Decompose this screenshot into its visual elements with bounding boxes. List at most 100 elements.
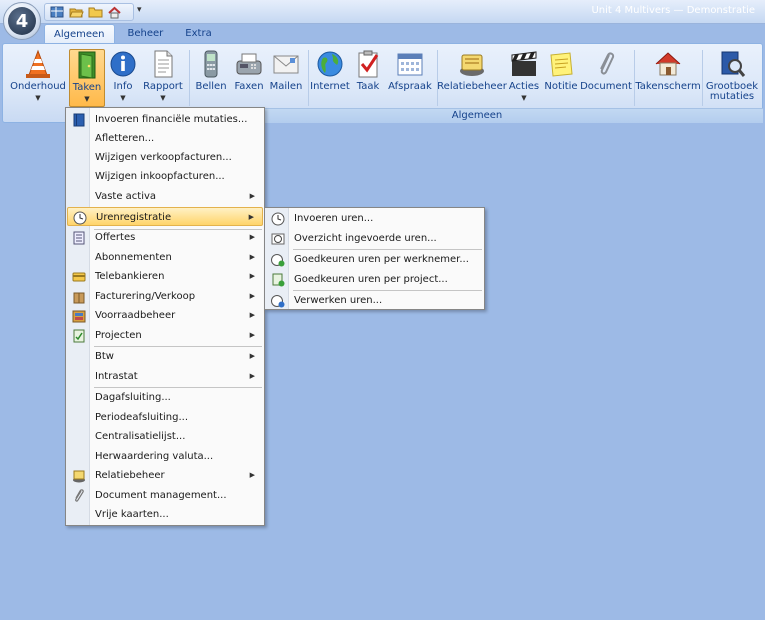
submenu-item-overzicht-ingevoerde-uren[interactable]: Overzicht ingevoerde uren... (266, 229, 483, 248)
home-icon[interactable] (106, 5, 122, 19)
clock-process-icon (270, 293, 285, 308)
submenu-arrow-icon: ▶ (249, 272, 255, 280)
onderhoud-button[interactable]: Onderhoud ▼ (7, 49, 69, 107)
submenu-item-label: Verwerken uren... (294, 295, 383, 306)
form-icon (71, 230, 86, 245)
rapport-button[interactable]: Rapport ▼ (141, 49, 185, 107)
tab-beheer[interactable]: Beheer (119, 24, 173, 44)
faxen-label: Faxen (234, 81, 264, 92)
ribbon-separator (702, 50, 703, 106)
tab-algemeen[interactable]: Algemeen (44, 24, 115, 44)
house-icon (653, 49, 683, 79)
menu-item-wijzigen-verkoopfacturen[interactable]: Wijzigen verkoopfacturen... (67, 148, 263, 167)
taken-label: Taken (72, 82, 102, 93)
project-approve-icon (270, 272, 285, 287)
globe-icon (315, 49, 345, 79)
ribbon-tabs: Algemeen Beheer Extra (44, 24, 225, 44)
acties-button[interactable]: Acties ▼ (508, 49, 540, 107)
submenu-item-label: Goedkeuren uren per werknemer... (294, 254, 469, 265)
menu-item-projecten[interactable]: Projecten ▶ (67, 326, 263, 345)
menu-item-facturering-verkoop[interactable]: Facturering/Verkoop ▶ (67, 287, 263, 306)
menu-item-btw[interactable]: Btw ▶ (67, 347, 263, 366)
menu-item-label: Wijzigen inkoopfacturen... (95, 171, 225, 182)
menu-item-label: Projecten (95, 330, 142, 341)
folder-open-icon[interactable] (68, 5, 84, 19)
submenu-item-goedkeuren-per-project[interactable]: Goedkeuren uren per project... (266, 270, 483, 289)
paperclip-icon (591, 49, 621, 79)
ribbon-separator (634, 50, 635, 106)
menu-item-document-management[interactable]: Document management... (67, 486, 263, 505)
takenscherm-button[interactable]: Takenscherm (635, 49, 701, 107)
menu-item-voorraadbeheer[interactable]: Voorraadbeheer ▶ (67, 306, 263, 325)
submenu-item-invoeren-uren[interactable]: Invoeren uren... (266, 209, 483, 228)
menu-item-wijzigen-inkoopfacturen[interactable]: Wijzigen inkoopfacturen... (67, 167, 263, 186)
menu-item-centralisatielijst[interactable]: Centralisatielijst... (67, 427, 263, 446)
acties-label: Acties (508, 81, 540, 92)
document-label: Document (580, 81, 632, 92)
faxen-button[interactable]: Faxen (233, 49, 265, 107)
menu-item-invoeren-financiele-mutaties[interactable]: Invoeren financiële mutaties... (67, 110, 263, 129)
submenu-item-verwerken-uren[interactable]: Verwerken uren... (266, 291, 483, 310)
relatiebeheer-label: Relatiebeheer (437, 81, 507, 92)
document-button[interactable]: Document (580, 49, 632, 107)
clock-icon (72, 210, 87, 225)
internet-label: Internet (310, 81, 350, 92)
internet-button[interactable]: Internet (310, 49, 350, 107)
menu-item-vrije-kaarten[interactable]: Vrije kaarten... (67, 505, 263, 524)
clock-approve-icon (270, 252, 285, 267)
bellen-button[interactable]: Bellen (193, 49, 229, 107)
menu-item-label: Vrije kaarten... (95, 509, 169, 520)
submenu-item-goedkeuren-per-werknemer[interactable]: Goedkeuren uren per werknemer... (266, 250, 483, 269)
notitie-button[interactable]: Notitie (544, 49, 578, 107)
submenu-arrow-icon: ▶ (249, 331, 255, 339)
afspraak-button[interactable]: Afspraak (386, 49, 434, 107)
folder-icon[interactable] (87, 5, 103, 19)
grootboek-mutaties-button[interactable]: Grootboek mutaties (704, 49, 760, 107)
menu-item-offertes[interactable]: Offertes ▶ (67, 228, 263, 247)
tab-extra[interactable]: Extra (176, 24, 220, 44)
bellen-label: Bellen (195, 81, 227, 92)
submenu-arrow-icon: ▶ (249, 233, 255, 241)
quick-access-toolbar (44, 3, 134, 21)
relatiebeheer-button[interactable]: Relatiebeheer (437, 49, 507, 107)
menu-item-periodeafsluiting[interactable]: Periodeafsluiting... (67, 408, 263, 427)
menu-item-label: Centralisatielijst... (95, 431, 186, 442)
menu-item-telebankieren[interactable]: Telebankieren ▶ (67, 267, 263, 286)
info-button[interactable]: Info ▼ (107, 49, 139, 107)
note-icon (546, 49, 576, 79)
door-icon (72, 50, 102, 80)
grid-icon[interactable] (49, 5, 65, 19)
menu-item-vaste-activa[interactable]: Vaste activa ▶ (67, 187, 263, 206)
window-title: Unit 4 Multivers — Demonstratie (591, 5, 755, 16)
calendar-icon (395, 49, 425, 79)
clock-list-icon (270, 231, 285, 246)
menu-item-relatiebeheer[interactable]: Relatiebeheer ▶ (67, 466, 263, 485)
taken-button[interactable]: Taken ▼ (69, 49, 105, 107)
menu-item-label: Btw (95, 351, 114, 362)
takenscherm-label: Takenscherm (635, 81, 701, 92)
book-icon (71, 112, 86, 127)
menu-item-label: Vaste activa (95, 191, 157, 202)
qat-dropdown-icon[interactable]: ▾ (137, 5, 142, 15)
submenu-arrow-icon: ▶ (249, 471, 255, 479)
submenu-arrow-icon: ▶ (249, 372, 255, 380)
menu-item-intrastat[interactable]: Intrastat ▶ (67, 367, 263, 386)
menu-item-afletteren[interactable]: Afletteren... (67, 129, 263, 148)
menu-item-label: Intrastat (95, 371, 138, 382)
submenu-arrow-icon: ▶ (249, 253, 255, 261)
menu-item-abonnementen[interactable]: Abonnementen ▶ (67, 248, 263, 267)
mailen-label: Mailen (269, 81, 303, 92)
clock-icon (270, 211, 285, 226)
menu-item-herwaardering-valuta[interactable]: Herwaardering valuta... (67, 447, 263, 466)
phone-icon (196, 49, 226, 79)
afspraak-label: Afspraak (388, 81, 432, 92)
mailen-button[interactable]: Mailen (268, 49, 304, 107)
menu-item-dagafsluiting[interactable]: Dagafsluiting... (67, 388, 263, 407)
menu-item-label: Urenregistratie (96, 212, 172, 223)
application-button[interactable]: 4 (3, 2, 41, 40)
urenregistratie-submenu: Invoeren uren... Overzicht ingevoerde ur… (264, 207, 485, 310)
taak-button[interactable]: Taak (353, 49, 383, 107)
menu-item-label: Voorraadbeheer (95, 310, 176, 321)
menu-item-urenregistratie[interactable]: Urenregistratie ▶ (67, 207, 263, 226)
menu-item-label: Abonnementen (95, 252, 172, 263)
